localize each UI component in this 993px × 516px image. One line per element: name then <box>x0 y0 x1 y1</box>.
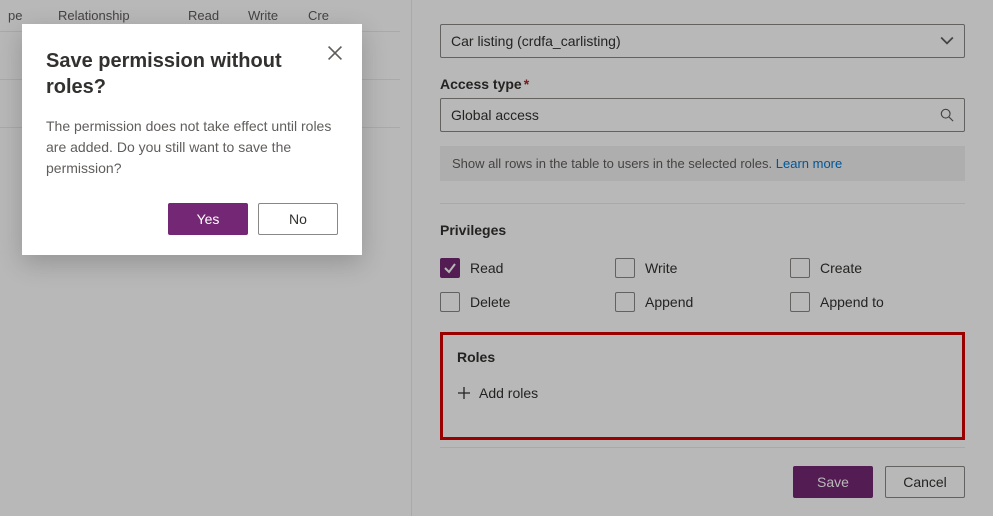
close-button[interactable] <box>326 44 344 62</box>
modal-title: Save permission without roles? <box>46 48 308 100</box>
close-icon <box>326 44 344 62</box>
modal-actions: Yes No <box>46 203 338 235</box>
no-button[interactable]: No <box>258 203 338 235</box>
yes-button[interactable]: Yes <box>168 203 248 235</box>
confirm-save-modal: Save permission without roles? The permi… <box>22 24 362 255</box>
modal-body: The permission does not take effect unti… <box>46 116 338 179</box>
